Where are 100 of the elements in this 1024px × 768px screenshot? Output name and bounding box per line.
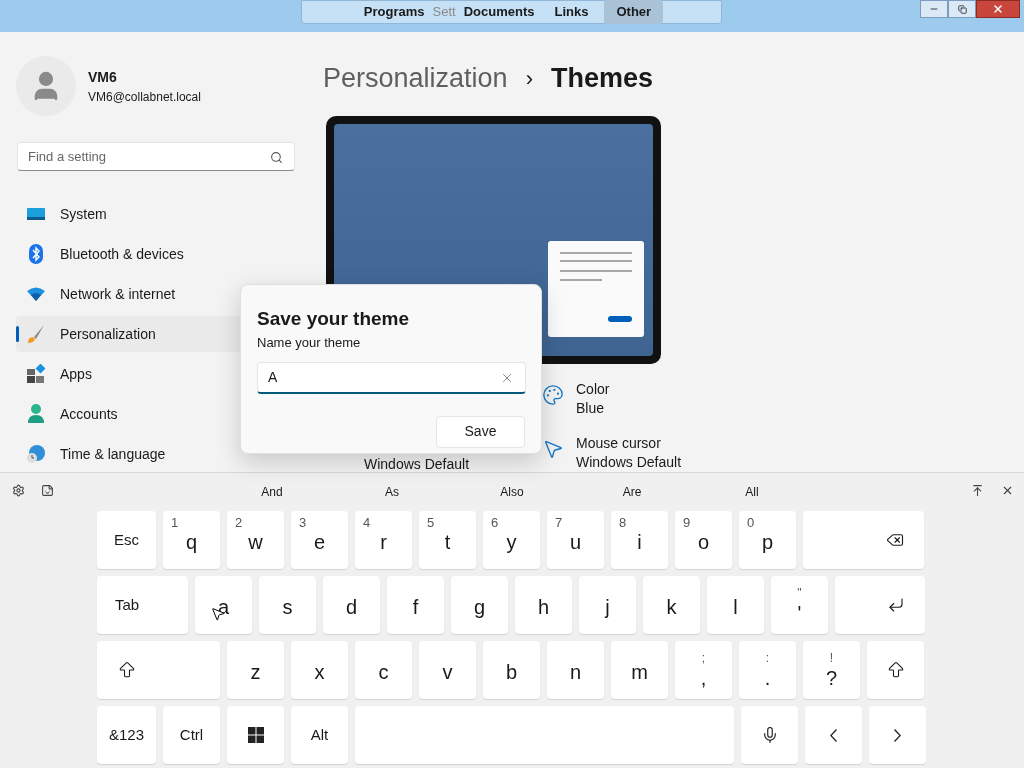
key-number: 4: [363, 514, 371, 532]
suggestion[interactable]: Also: [452, 483, 572, 501]
keyboard-key[interactable]: g: [451, 576, 508, 634]
minimize-button[interactable]: [920, 0, 948, 18]
wifi-icon: [26, 286, 46, 302]
keyboard-key[interactable]: 1 q: [163, 511, 220, 569]
key-symbol: :: [765, 652, 770, 664]
nav-item[interactable]: Time & language: [16, 436, 292, 472]
nav-item[interactable]: System: [16, 196, 292, 232]
suggestion[interactable]: Are: [572, 483, 692, 501]
apps-icon: [26, 364, 46, 384]
keyboard-key[interactable]: Ctrl: [163, 706, 220, 764]
close-icon[interactable]: [1001, 484, 1014, 497]
restore-button[interactable]: [948, 0, 976, 18]
keyboard-key[interactable]: 7 u: [547, 511, 604, 569]
keyboard-key[interactable]: l: [707, 576, 764, 634]
property-value: Windows Default: [364, 456, 470, 472]
monitor-icon: [26, 206, 46, 222]
key-number: 0: [747, 514, 755, 532]
keyboard-key[interactable]: d: [323, 576, 380, 634]
suggestion[interactable]: All: [692, 483, 812, 501]
page-title: Themes: [550, 62, 653, 95]
person-icon: [27, 404, 45, 424]
keyboard-key[interactable]: b: [483, 641, 540, 699]
tab[interactable]: Links: [550, 0, 593, 24]
keyboard-key[interactable]: [227, 706, 284, 764]
chevron-right-icon: [894, 728, 901, 742]
suggestion[interactable]: And: [212, 483, 332, 501]
settings-icon[interactable]: [12, 484, 25, 497]
keyboard-key[interactable]: 8 i: [611, 511, 668, 569]
close-button[interactable]: [976, 0, 1020, 18]
bluetooth-icon: [28, 244, 44, 264]
key-symbol: ": [797, 587, 802, 599]
suggestion[interactable]: As: [332, 483, 452, 501]
enter-icon: [887, 596, 905, 614]
keyboard-key[interactable]: 2 w: [227, 511, 284, 569]
keyboard-key[interactable]: x: [291, 641, 348, 699]
keyboard-key[interactable]: c: [355, 641, 412, 699]
nav-item[interactable]: Accounts: [16, 396, 292, 432]
keyboard-key[interactable]: ! ?: [803, 641, 860, 699]
shift-icon: [117, 660, 137, 680]
keyboard-key[interactable]: m: [611, 641, 668, 699]
key-number: 7: [555, 514, 563, 532]
keyboard-key[interactable]: 6 y: [483, 511, 540, 569]
tab[interactable]: Programs: [359, 0, 429, 24]
backspace-icon: [886, 531, 904, 549]
user-email: VM6@collabnet.local: [88, 88, 201, 106]
cursor-icon: [542, 438, 564, 460]
keyboard-key[interactable]: f: [387, 576, 444, 634]
windows-logo-icon: [247, 727, 264, 743]
key-number: 3: [299, 514, 307, 532]
keyboard-key[interactable]: 0 p: [739, 511, 796, 569]
nav-item[interactable]: Bluetooth & devices: [16, 236, 292, 272]
keyboard-key[interactable]: Tab: [97, 576, 188, 634]
property-value: Blue: [576, 399, 606, 418]
keyboard-key[interactable]: n: [547, 641, 604, 699]
dock-icon[interactable]: [971, 484, 984, 497]
restore-icon: [957, 4, 967, 14]
keyboard-key[interactable]: 5 t: [419, 511, 476, 569]
user-name: VM6: [88, 67, 118, 87]
brush-icon: [26, 324, 46, 344]
search-icon: [270, 151, 283, 164]
globe-clock-icon: [26, 444, 46, 464]
sticker-icon[interactable]: [41, 484, 54, 497]
breadcrumb-separator: ›: [525, 64, 533, 93]
keyboard-key[interactable]: j: [579, 576, 636, 634]
palette-icon: [542, 384, 564, 406]
keyboard-key[interactable]: k: [643, 576, 700, 634]
tab[interactable]: Documents: [459, 0, 539, 24]
keyboard-key[interactable]: h: [515, 576, 572, 634]
keyboard-key[interactable]: 9 o: [675, 511, 732, 569]
keyboard-key[interactable]: : .: [739, 641, 796, 699]
key-number: 5: [427, 514, 435, 532]
theme-name-field[interactable]: A: [257, 361, 526, 394]
key-number: 1: [171, 514, 179, 532]
key-number: 9: [683, 514, 691, 532]
keyboard-key[interactable]: z: [227, 641, 284, 699]
keyboard-key[interactable]: 3 e: [291, 511, 348, 569]
chevron-left-icon: [830, 728, 837, 742]
property-value: Windows Default: [576, 453, 682, 472]
key-number: 8: [619, 514, 627, 532]
property-label[interactable]: Mouse cursor: [576, 434, 682, 453]
keyboard-key[interactable]: " ': [771, 576, 828, 634]
key-symbol: !: [829, 652, 834, 664]
save-button[interactable]: Save: [436, 415, 525, 448]
breadcrumb-parent[interactable]: Personalization: [323, 58, 508, 99]
keyboard-key[interactable]: v: [419, 641, 476, 699]
search-field[interactable]: Find a setting: [17, 142, 295, 171]
keyboard-key[interactable]: &123: [97, 706, 156, 764]
keyboard-key[interactable]: Alt: [291, 706, 348, 764]
key-number: 6: [491, 514, 499, 532]
keyboard-key[interactable]: 4 r: [355, 511, 412, 569]
selection-indicator: [16, 326, 19, 342]
property-label[interactable]: Color: [576, 380, 610, 399]
key-number: 2: [235, 514, 243, 532]
keyboard-key[interactable]: Esc: [97, 511, 156, 569]
key-symbol: ;: [701, 652, 706, 664]
keyboard-key[interactable]: s: [259, 576, 316, 634]
keyboard-key[interactable]: ; ,: [675, 641, 732, 699]
tab[interactable]: Other: [604, 0, 664, 24]
